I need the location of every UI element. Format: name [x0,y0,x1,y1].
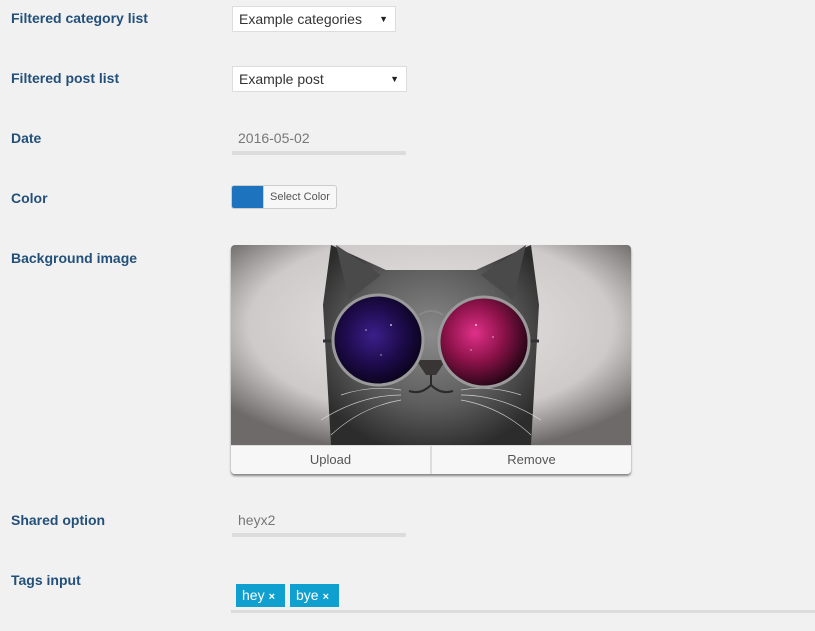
date-label: Date [11,130,42,146]
color-swatch [232,186,263,208]
category-select-value: Example categories [239,11,362,27]
tag-chip: hey × [236,584,285,607]
tag-chip: bye × [290,584,339,607]
category-select[interactable]: Example categories ▼ [232,6,396,32]
post-label: Filtered post list [11,70,120,86]
remove-tag-icon[interactable]: × [269,591,275,603]
upload-button[interactable]: Upload [231,446,430,474]
tag-text: hey [242,587,265,603]
post-select-value: Example post [239,71,324,87]
shared-option-label: Shared option [11,512,106,528]
background-image-label: Background image [11,250,138,266]
select-color-label: Select Color [263,186,336,208]
remove-button[interactable]: Remove [430,446,631,474]
date-input[interactable]: 2016-05-02 [232,125,406,155]
chevron-down-icon: ▼ [390,74,399,84]
tags-input-label: Tags input [11,572,81,588]
tag-text: bye [296,587,319,603]
category-label: Filtered category list [11,10,148,26]
background-image-preview [231,245,631,445]
media-buttons: Upload Remove [231,445,631,474]
remove-tag-icon[interactable]: × [323,591,329,603]
chevron-down-icon: ▼ [379,14,388,24]
color-label: Color [11,190,48,206]
color-picker-button[interactable]: Select Color [231,185,337,209]
tags-input[interactable]: hey × bye × [231,582,815,613]
shared-option-input[interactable]: heyx2 [232,507,406,537]
post-select[interactable]: Example post ▼ [232,66,407,92]
background-image-control: Upload Remove [231,245,631,474]
